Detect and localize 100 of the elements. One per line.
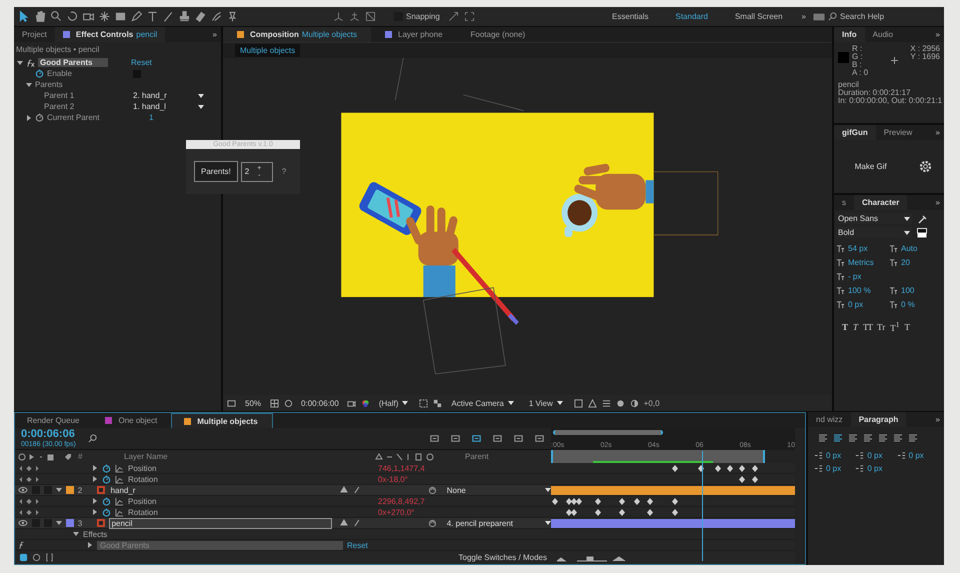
panel-tab[interactable]: Project: [14, 27, 55, 42]
exposure-icon[interactable]: [630, 398, 639, 408]
layer-stack-icon[interactable]: [19, 553, 28, 562]
panel-tab[interactable]: Render Queue: [15, 413, 94, 428]
rotate-icon[interactable]: [66, 10, 79, 23]
roto-brush-icon[interactable]: [210, 10, 223, 23]
workspace-tab[interactable]: Standard: [664, 12, 720, 21]
pickwhip-icon[interactable]: [428, 486, 437, 494]
rectangle-icon[interactable]: [114, 10, 127, 23]
panel-tab[interactable]: Audio: [864, 27, 902, 42]
panel-tab[interactable]: Composition Multiple objects: [223, 27, 372, 42]
twirl-arrow-icon[interactable]: [87, 542, 93, 548]
stopwatch-icon[interactable]: [35, 113, 44, 122]
preview-icon[interactable]: [227, 398, 236, 408]
pin-icon[interactable]: [226, 10, 239, 23]
text-style-button[interactable]: T: [842, 320, 848, 333]
stopwatch-icon[interactable]: [102, 464, 111, 472]
color-channels-icon[interactable]: [360, 398, 370, 408]
overflow-button[interactable]: »: [932, 198, 944, 207]
panel-tab[interactable]: Footage (none): [456, 27, 540, 42]
twirl-arrow-icon[interactable]: [73, 531, 79, 537]
label-color[interactable]: [66, 486, 74, 494]
text-tool-icon[interactable]: [146, 10, 159, 23]
twirl-arrow-icon[interactable]: [26, 114, 32, 120]
render-time-icon[interactable]: [32, 553, 41, 562]
panel-tab[interactable]: Multiple objects: [171, 413, 273, 428]
character-field[interactable]: 54 px: [848, 244, 868, 253]
selection-arrow-icon[interactable]: [18, 10, 31, 23]
graph-icon[interactable]: [115, 496, 124, 506]
camera-dropdown[interactable]: Active Camera: [447, 398, 520, 408]
stopwatch-icon[interactable]: [102, 496, 111, 506]
character-field[interactable]: 0 px: [848, 300, 864, 309]
make-gif-button[interactable]: Make Gif: [844, 156, 897, 177]
panel-tab[interactable]: s: [834, 195, 854, 210]
reset-link[interactable]: Reset: [347, 540, 368, 550]
character-field[interactable]: 100 %: [848, 286, 871, 295]
keyframe-navigator-icon[interactable]: [18, 476, 40, 482]
text-style-button[interactable]: TT: [863, 320, 872, 333]
graph-icon[interactable]: [115, 464, 124, 472]
pickwhip-icon[interactable]: [428, 518, 437, 528]
parent-dropdown[interactable]: None: [446, 486, 551, 494]
brush-icon[interactable]: [162, 10, 175, 23]
workspace-tab[interactable]: Essentials: [600, 12, 660, 21]
font-style-dropdown[interactable]: Bold: [836, 227, 912, 238]
region-icon[interactable]: [419, 398, 428, 408]
layer-name[interactable]: hand_r: [108, 486, 332, 494]
stopwatch-icon[interactable]: [102, 474, 111, 484]
settings-icon[interactable]: [918, 159, 934, 174]
world-axis-icon[interactable]: [348, 10, 361, 23]
stopwatch-icon[interactable]: [35, 69, 44, 78]
view-axis-icon[interactable]: [364, 10, 377, 23]
graph-icon[interactable]: [115, 508, 124, 516]
font-family-dropdown[interactable]: Open Sans: [836, 213, 912, 224]
align-left-icon[interactable]: [818, 433, 828, 443]
paragraph-field[interactable]: 0 px: [867, 464, 882, 473]
visibility-icon[interactable]: [18, 486, 28, 494]
search-field[interactable]: Search Help: [828, 12, 940, 21]
label-color[interactable]: [66, 519, 74, 527]
pixel-aspect-icon[interactable]: [574, 398, 583, 408]
current-time[interactable]: 0:00:06:06: [21, 428, 76, 440]
current-time[interactable]: 0:00:06:00: [301, 398, 339, 408]
character-field[interactable]: Auto: [901, 244, 918, 253]
align-center-icon[interactable]: [833, 433, 843, 443]
zoom-dropdown[interactable]: 50%: [241, 398, 266, 408]
text-style-button[interactable]: T$^{1}$: [890, 320, 900, 333]
character-field[interactable]: 100: [901, 286, 914, 295]
align-right-icon[interactable]: [848, 433, 858, 443]
twirl-arrow-icon[interactable]: [17, 60, 23, 66]
paragraph-field[interactable]: 0 px: [908, 451, 924, 460]
keyboard-icon[interactable]: [813, 12, 825, 20]
fast-preview-icon[interactable]: [588, 398, 597, 408]
parent-dropdown[interactable]: 2. hand_r: [132, 91, 204, 100]
panel-tab[interactable]: Layer phone: [371, 27, 457, 42]
paragraph-field[interactable]: 0 px: [826, 451, 842, 460]
overflow-button[interactable]: »: [932, 30, 944, 39]
search-icon[interactable]: [88, 434, 97, 443]
resolution-dropdown[interactable]: (Half): [374, 398, 414, 408]
effect-name[interactable]: Good Parents: [38, 58, 108, 67]
grid-icon[interactable]: [270, 398, 280, 408]
text-style-button[interactable]: T: [853, 320, 858, 333]
hand-icon[interactable]: [34, 10, 47, 23]
camera-icon[interactable]: [346, 398, 356, 408]
panel-tab[interactable]: One object: [93, 413, 172, 428]
justify-all-icon[interactable]: [908, 433, 918, 443]
keyframe-navigator-icon[interactable]: [18, 508, 40, 516]
toggle-switches-button[interactable]: Toggle Switches / Modes: [458, 553, 547, 562]
transparency-grid-icon[interactable]: [433, 398, 442, 408]
pan-behind-icon[interactable]: [98, 10, 111, 23]
fill-stroke-icon[interactable]: [917, 228, 927, 238]
overflow-button[interactable]: »: [798, 12, 810, 21]
view-tab[interactable]: Multiple objects: [235, 44, 300, 57]
mask-icon[interactable]: [284, 398, 294, 408]
pen-icon[interactable]: [130, 10, 143, 23]
character-field[interactable]: 20: [901, 258, 910, 267]
property-value[interactable]: 1: [149, 113, 154, 122]
twirl-arrow-icon[interactable]: [56, 520, 62, 526]
graph-icon[interactable]: [115, 474, 124, 484]
zoom-icon[interactable]: [50, 10, 63, 23]
panel-tab[interactable]: nd wizz: [808, 412, 851, 427]
visibility-icon[interactable]: [18, 519, 28, 527]
